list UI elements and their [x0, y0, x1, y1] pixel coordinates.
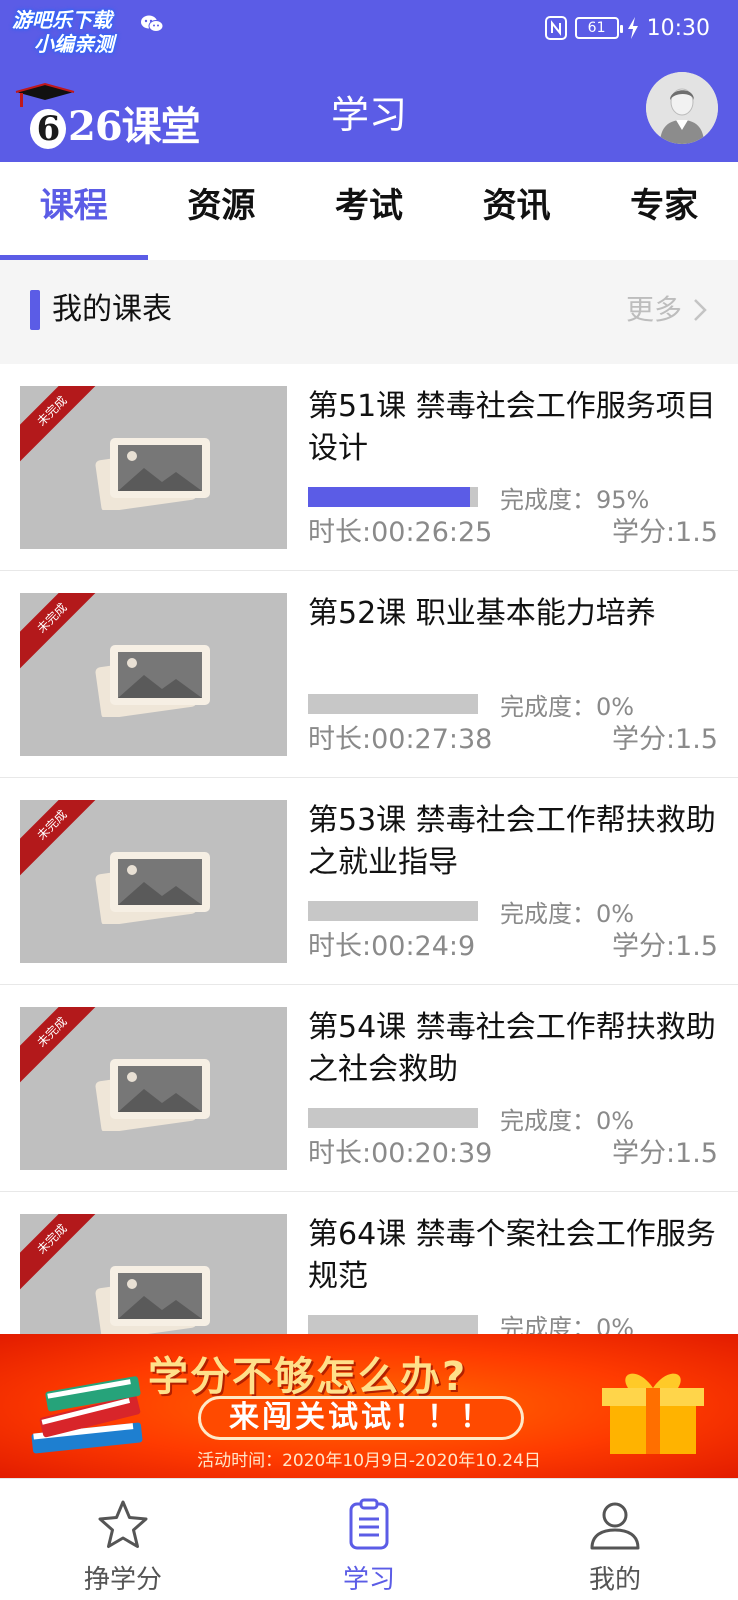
nav-label: 学习 — [342, 1565, 395, 1595]
course-duration: 时长:00:20:39 — [308, 1138, 493, 1169]
course-thumbnail: 未完成 — [20, 1007, 287, 1170]
progress-fill — [308, 487, 470, 507]
tab-experts[interactable]: 专家 — [590, 162, 738, 260]
battery-icon: 61 — [574, 17, 623, 39]
progress-row: 完成度：0% — [308, 689, 718, 721]
course-item[interactable]: 未完成 第64课 禁毒个案社会工作服务规范 完成度：0% — [0, 1192, 738, 1334]
progress-bar — [308, 901, 478, 921]
promo-banner[interactable]: 学分不够怎么办? 来闯关试试！！！ 活动时间：2020年10月9日-2020年1… — [0, 1334, 738, 1478]
course-item[interactable]: 未完成 第52课 职业基本能力培养 完成度：0% 时长:00:27:38 学分:… — [0, 571, 738, 778]
page-title: 学习 — [330, 93, 407, 137]
image-placeholder-icon — [95, 438, 210, 510]
progress-label: 完成度：0% — [500, 899, 635, 928]
progress-label: 完成度：0% — [500, 1313, 635, 1335]
bottom-nav: 挣学分 学习 我的 — [0, 1478, 738, 1600]
tab-courses[interactable]: 课程 — [0, 162, 148, 260]
progress-row: 完成度：0% — [308, 1310, 718, 1334]
category-tabs: 课程 资源 考试 资讯 专家 — [0, 162, 738, 260]
clipboard-icon — [349, 1498, 389, 1550]
more-link[interactable]: 更多 — [626, 290, 708, 330]
status-indicators: 61 10:30 — [544, 14, 710, 42]
course-item[interactable]: 未完成 第53课 禁毒社会工作帮扶救助之就业指导 完成度：0% 时长:00:24… — [0, 778, 738, 985]
banner-cta-button[interactable]: 来闯关试试！！！ — [198, 1396, 524, 1440]
course-thumbnail: 未完成 — [20, 800, 287, 963]
progress-bar — [308, 487, 478, 507]
user-avatar-icon — [646, 72, 718, 144]
course-duration: 时长:00:24:9 — [308, 931, 476, 962]
course-credit: 学分:1.5 — [611, 931, 718, 962]
course-thumbnail: 未完成 — [20, 1214, 287, 1334]
progress-row: 完成度：95% — [308, 482, 718, 514]
progress-row: 完成度：0% — [308, 1103, 718, 1135]
watermark-line2: 小编亲测 — [34, 32, 114, 56]
nav-label: 我的 — [588, 1565, 641, 1595]
progress-label: 完成度：0% — [500, 1106, 635, 1135]
image-placeholder-icon — [95, 1059, 210, 1131]
progress-bar — [308, 1315, 478, 1334]
course-credit: 学分:1.5 — [611, 724, 718, 755]
image-placeholder-icon — [95, 645, 210, 717]
banner-title: 学分不够怎么办? — [148, 1354, 468, 1400]
battery-level: 61 — [587, 20, 606, 36]
course-title: 第54课 禁毒社会工作帮扶救助之社会救助 — [308, 1010, 716, 1087]
course-thumbnail: 未完成 — [20, 593, 287, 756]
star-icon — [98, 1500, 148, 1548]
tab-resources[interactable]: 资源 — [148, 162, 296, 260]
my-schedule-header: 我的课表 更多 — [0, 260, 738, 364]
course-title: 第53课 禁毒社会工作帮扶救助之就业指导 — [308, 803, 716, 880]
progress-label: 完成度：0% — [500, 692, 635, 721]
course-item[interactable]: 未完成 第54课 禁毒社会工作帮扶救助之社会救助 完成度：0% 时长:00:20… — [0, 985, 738, 1192]
tab-news[interactable]: 资讯 — [443, 162, 591, 260]
gift-icon — [602, 1373, 704, 1454]
course-title: 第64课 禁毒个案社会工作服务规范 — [308, 1217, 716, 1294]
nav-earn-credits[interactable]: 挣学分 — [0, 1479, 246, 1600]
course-credit: 学分:1.5 — [611, 517, 718, 548]
nav-mine[interactable]: 我的 — [492, 1479, 738, 1600]
section-title: 我的课表 — [52, 292, 172, 327]
course-title: 第51课 禁毒社会工作服务项目设计 — [308, 389, 716, 466]
course-thumbnail: 未完成 — [20, 386, 287, 549]
charging-bolt-icon — [627, 17, 638, 39]
course-item[interactable]: 未完成 第51课 禁毒社会工作服务项目设计 完成度：95% 时长:00:26:2… — [0, 364, 738, 571]
more-label: 更多 — [625, 293, 682, 326]
app-screen: 游吧乐下载 小编亲测 61 10:30 6 26课堂 学习 课程 资源 考试 资… — [0, 0, 738, 1600]
image-placeholder-icon — [95, 852, 210, 924]
progress-bar — [308, 1108, 478, 1128]
user-icon — [590, 1502, 640, 1550]
progress-bar — [308, 694, 478, 714]
tab-exams[interactable]: 考试 — [295, 162, 443, 260]
chevron-right-icon — [694, 299, 707, 321]
status-bar: 游吧乐下载 小编亲测 61 10:30 — [0, 0, 738, 56]
progress-row: 完成度：0% — [308, 896, 718, 928]
progress-label: 完成度：95% — [500, 485, 650, 514]
clock-time: 10:30 — [646, 15, 710, 41]
course-credit: 学分:1.5 — [611, 1138, 718, 1169]
wechat-icon — [141, 15, 164, 32]
course-duration: 时长:00:27:38 — [308, 724, 493, 755]
course-list[interactable]: 未完成 第51课 禁毒社会工作服务项目设计 完成度：95% 时长:00:26:2… — [0, 364, 738, 1334]
nav-study[interactable]: 学习 — [246, 1479, 492, 1600]
avatar[interactable] — [646, 72, 718, 144]
header: 游吧乐下载 小编亲测 61 10:30 6 26课堂 学习 — [0, 0, 738, 162]
nfc-icon — [544, 16, 567, 40]
image-placeholder-icon — [95, 1266, 210, 1334]
nav-label: 挣学分 — [83, 1565, 162, 1595]
course-duration: 时长:00:26:25 — [308, 517, 493, 548]
section-accent-bar — [30, 290, 40, 330]
course-title: 第52课 职业基本能力培养 — [308, 596, 656, 631]
